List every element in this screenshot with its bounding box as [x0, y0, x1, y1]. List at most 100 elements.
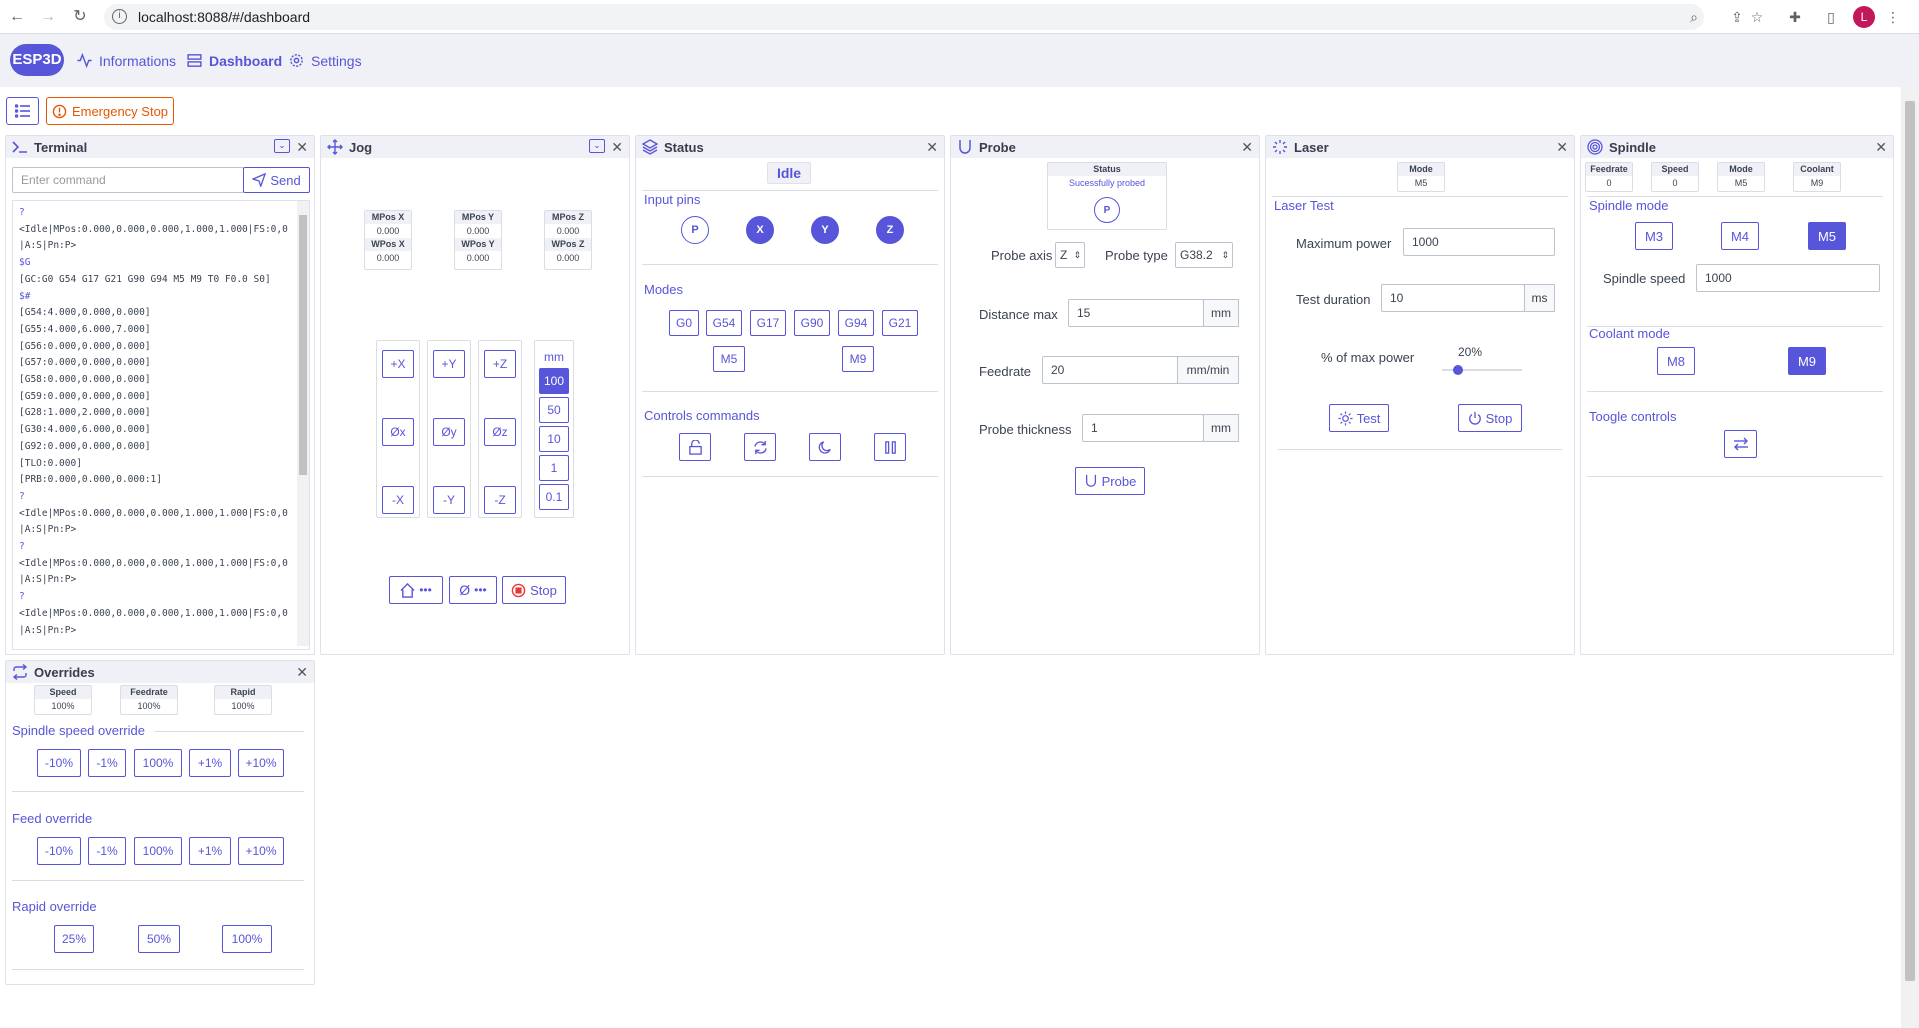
reload-icon[interactable]: ↻ [70, 7, 90, 27]
close-icon[interactable]: ✕ [611, 139, 623, 155]
spindle-speed-input[interactable]: 1000 [1696, 264, 1880, 292]
spindle-override-button[interactable]: +1% [189, 749, 231, 777]
terminal-output[interactable]: ? <Idle|MPos:0.000,0.000,0.000,1.000,1.0… [12, 200, 310, 650]
jog-step-button[interactable]: 1 [539, 455, 569, 481]
jog-minus-button[interactable]: -X [382, 486, 414, 514]
bookmark-star-icon[interactable]: ☆ [1748, 8, 1766, 26]
coolant-mode-button[interactable]: M8 [1657, 347, 1695, 375]
nav-informations-label: Informations [99, 52, 177, 69]
close-icon[interactable]: ✕ [1875, 139, 1887, 155]
zero-axis-button[interactable]: Øx [382, 418, 414, 446]
close-icon[interactable]: ✕ [926, 139, 938, 155]
browser-menu-icon[interactable]: ⋮ [1884, 8, 1902, 26]
spindle-mode-button[interactable]: M4 [1721, 222, 1759, 250]
spindle-header: Spindle ✕ [1581, 136, 1893, 158]
command-input[interactable]: Enter command [12, 167, 244, 193]
send-button[interactable]: Send [243, 167, 310, 193]
feed-override-button[interactable]: -10% [37, 837, 81, 865]
spindle-info-card: Coolant M9 [1793, 162, 1841, 192]
jog-step-button[interactable]: 0.1 [539, 484, 569, 510]
probe-status-label: Status [1048, 163, 1166, 176]
probe-button[interactable]: Probe [1075, 467, 1145, 495]
close-icon[interactable]: ✕ [1241, 139, 1253, 155]
probe-pin-indicator: P [1094, 197, 1120, 223]
machine-state-badge: Idle [767, 162, 811, 184]
sleep-button[interactable] [809, 433, 841, 461]
feed-override-button[interactable]: 100% [134, 837, 182, 865]
nav-dashboard[interactable]: Dashboard [186, 52, 282, 69]
spindle-override-button[interactable]: -10% [37, 749, 81, 777]
wpos-label: WPos Z [545, 238, 591, 251]
emergency-stop-button[interactable]: Emergency Stop [46, 97, 174, 125]
spindle-mode-button[interactable]: M5 [1808, 222, 1846, 250]
esp3d-logo[interactable]: ESP3D [10, 44, 64, 76]
panels-list-button[interactable] [6, 97, 39, 125]
laser-mode-card: Mode M5 [1397, 162, 1445, 192]
rapid-override-button[interactable]: 25% [54, 925, 94, 953]
jog-step-button[interactable]: 100 [539, 368, 569, 394]
nav-settings[interactable]: Settings [288, 52, 362, 69]
jog-minus-button[interactable]: -Y [433, 486, 465, 514]
spindle-override-button[interactable]: -1% [88, 749, 126, 777]
address-bar[interactable]: i localhost:8088/#/dashboard [104, 4, 1704, 30]
moon-icon [818, 440, 831, 454]
test-duration-input[interactable]: 10 [1381, 284, 1525, 312]
distance-max-input[interactable]: 15 [1068, 299, 1204, 327]
chevron-down-icon[interactable]: ⌄ [274, 139, 290, 153]
page-scrollbar[interactable] [1901, 87, 1919, 1028]
share-icon[interactable]: ⇪ [1728, 8, 1746, 26]
coolant-mode-button[interactable]: M9 [1788, 347, 1826, 375]
probe-type-select[interactable]: G38.2 [1175, 242, 1233, 268]
spindle-override-button[interactable]: +10% [238, 749, 284, 777]
sidepanel-icon[interactable]: ▯ [1822, 8, 1840, 26]
terminal-line: [GC:G0 G54 G17 G21 G90 G94 M5 M9 T0 F0.0… [19, 273, 271, 285]
jog-step-button[interactable]: 10 [539, 426, 569, 452]
rapid-override-button[interactable]: 100% [222, 925, 272, 953]
close-icon[interactable]: ✕ [296, 664, 308, 680]
jog-plus-button[interactable]: +Z [484, 350, 516, 378]
unlock-button[interactable] [679, 433, 711, 461]
terminal-line: ? [19, 541, 25, 553]
zero-axis-button[interactable]: Øz [484, 418, 516, 446]
nav-informations[interactable]: Informations [76, 52, 176, 69]
zero-all-button[interactable]: Ø ••• [449, 576, 497, 604]
max-power-input[interactable]: 1000 [1403, 228, 1555, 256]
power-slider-handle[interactable] [1453, 365, 1463, 375]
jog-stop-label: Stop [530, 582, 557, 598]
probe-thickness-input[interactable]: 1 [1082, 414, 1204, 442]
jog-minus-button[interactable]: -Z [484, 486, 516, 514]
pause-button[interactable] [874, 433, 906, 461]
laser-stop-button[interactable]: Stop [1458, 404, 1522, 432]
terminal-scrollbar[interactable] [297, 201, 309, 646]
spindle-override-button[interactable]: 100% [134, 749, 182, 777]
input-pin-y: Y [811, 216, 839, 244]
chevron-down-icon[interactable]: ⌄ [589, 139, 605, 153]
spindle-mode-button[interactable]: M3 [1635, 222, 1673, 250]
feed-override-button[interactable]: +10% [238, 837, 284, 865]
zero-axis-button[interactable]: Øy [433, 418, 465, 446]
feed-override-button[interactable]: +1% [189, 837, 231, 865]
toggle-controls-button[interactable] [1724, 430, 1757, 458]
home-button[interactable]: ••• [389, 576, 443, 604]
back-icon[interactable]: ← [7, 7, 27, 27]
reset-button[interactable] [744, 433, 776, 461]
jog-plus-button[interactable]: +Y [433, 350, 465, 378]
forward-icon[interactable]: → [38, 7, 58, 27]
close-icon[interactable]: ✕ [1556, 139, 1568, 155]
jog-stop-button[interactable]: Stop [502, 576, 566, 604]
laser-test-button[interactable]: Test [1329, 404, 1389, 432]
jog-step-button[interactable]: 50 [539, 397, 569, 423]
terminal-line: [G57:0.000,0.000,0.000] [19, 357, 151, 369]
probe-feedrate-input[interactable]: 20 [1042, 356, 1178, 384]
spindle-title: Spindle [1609, 139, 1656, 155]
extensions-icon[interactable]: ✚ [1786, 8, 1804, 26]
rapid-override-button[interactable]: 50% [138, 925, 180, 953]
probe-axis-select[interactable]: Z [1055, 242, 1085, 268]
terminal-line: [G54:4.000,0.000,0.000] [19, 307, 151, 319]
feed-override-button[interactable]: -1% [88, 837, 126, 865]
site-info-icon[interactable]: i [112, 9, 127, 24]
close-icon[interactable]: ✕ [296, 139, 308, 155]
zoom-icon[interactable]: ⌕ [1685, 8, 1703, 26]
jog-plus-button[interactable]: +X [382, 350, 414, 378]
profile-avatar[interactable]: L [1853, 6, 1875, 28]
